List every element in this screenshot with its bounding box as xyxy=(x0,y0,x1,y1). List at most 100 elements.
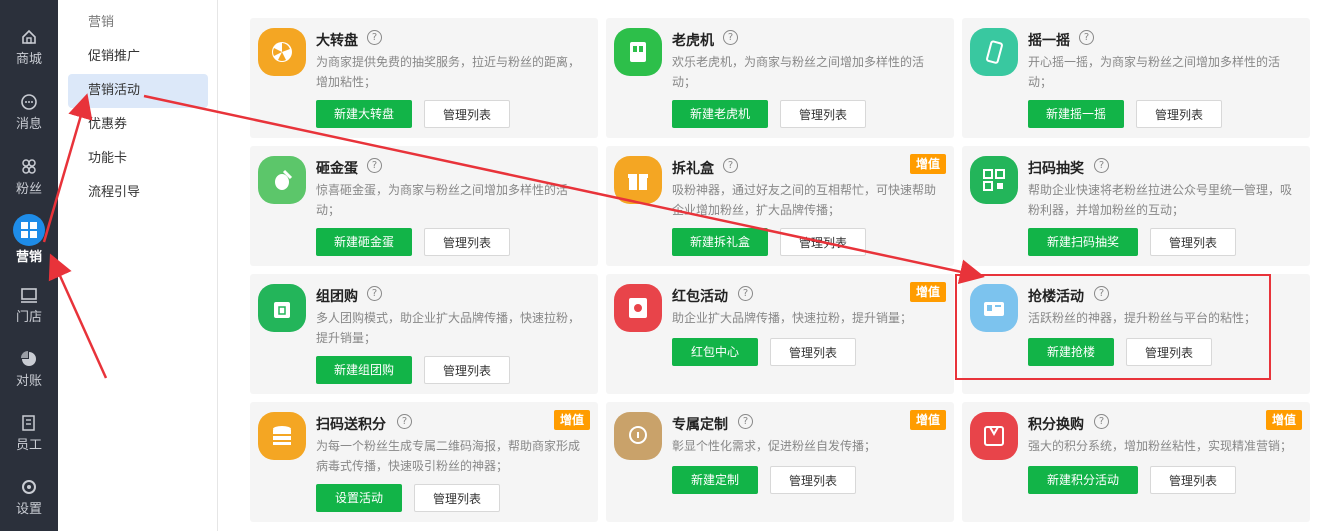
points-bag-icon xyxy=(984,426,1004,446)
gift-box-icon xyxy=(628,174,648,190)
rail-item-1[interactable]: 消息 xyxy=(0,85,58,143)
card-gift-box: 拆礼盒? 增值 吸粉神器，通过好友之间的互相帮忙，可快速帮助企业增加粉丝，扩大品牌传… xyxy=(606,146,954,266)
card-wheel: 大转盘? 为商家提供免费的抽奖服务，拉近与粉丝的距离，增加粘性； 新建大转盘 管理列表 xyxy=(250,18,598,138)
help-icon[interactable]: ? xyxy=(1094,414,1109,429)
help-icon[interactable]: ? xyxy=(1079,30,1094,45)
primary-action-button[interactable]: 新建大转盘 xyxy=(316,100,412,128)
premium-badge: 增值 xyxy=(910,154,946,174)
coin-stack-icon xyxy=(273,426,291,445)
submenu-header: 营销 xyxy=(88,15,115,30)
premium-badge: 增值 xyxy=(1266,410,1302,430)
help-icon[interactable]: ? xyxy=(1094,158,1109,173)
manage-list-button[interactable]: 管理列表 xyxy=(424,228,510,256)
card-coin-stack: 扫码送积分? 增值 为每一个粉丝生成专属二维码海报，帮助商家形成病毒式传播，快速吸引… xyxy=(250,402,598,522)
primary-action-button[interactable]: 新建积分活动 xyxy=(1028,466,1138,494)
submenu-item-flow-guide[interactable]: 流程引导 xyxy=(68,176,208,210)
card-icon xyxy=(970,412,1018,460)
card-bulb: 专属定制? 增值 彰显个性化需求，促进粉丝自发传播； 新建定制 管理列表 xyxy=(606,402,954,522)
card-icon xyxy=(258,412,306,460)
primary-action-button[interactable]: 新建组团购 xyxy=(316,356,412,384)
submenu-item-promotion[interactable]: 促销推广 xyxy=(68,40,208,74)
main-content: 大转盘? 为商家提供免费的抽奖服务，拉近与粉丝的距离，增加粘性； 新建大转盘 管理列表… xyxy=(218,0,1332,531)
help-icon[interactable]: ? xyxy=(723,30,738,45)
help-icon[interactable]: ? xyxy=(738,414,753,429)
help-icon[interactable]: ? xyxy=(367,30,382,45)
primary-action-button[interactable]: 新建扫码抽奖 xyxy=(1028,228,1138,256)
card-title: 砸金蛋 xyxy=(316,161,358,177)
card-description: 多人团购模式，助企业扩大品牌传播，快速拉粉，提升销量； xyxy=(316,311,581,345)
help-icon[interactable]: ? xyxy=(723,158,738,173)
card-description: 彰显个性化需求，促进粉丝自发传播； xyxy=(672,439,877,453)
card-icon xyxy=(614,412,662,460)
card-title: 组团购 xyxy=(316,289,358,305)
primary-action-button[interactable]: 新建定制 xyxy=(672,466,758,494)
rail-item-7[interactable]: 设置 xyxy=(0,470,58,528)
manage-list-button[interactable]: 管理列表 xyxy=(414,484,500,512)
settings-icon xyxy=(22,480,36,494)
rail-item-label: 员工 xyxy=(15,438,42,453)
submenu-item-campaigns[interactable]: 营销活动 xyxy=(68,74,208,108)
card-icon xyxy=(258,284,306,332)
manage-list-button[interactable]: 管理列表 xyxy=(770,466,856,494)
card-icon xyxy=(614,284,662,332)
card-title: 红包活动 xyxy=(672,289,728,305)
premium-badge: 增值 xyxy=(910,410,946,430)
card-icon xyxy=(614,156,662,204)
card-description: 助企业扩大品牌传播，快速拉粉，提升销量； xyxy=(672,311,913,325)
help-icon[interactable]: ? xyxy=(1094,286,1109,301)
submenu-item-feature-cards[interactable]: 功能卡 xyxy=(68,142,208,176)
rail-item-2[interactable]: 粉丝 xyxy=(0,150,58,208)
card-description: 强大的积分系统，增加粉丝粘性，实现精准营销； xyxy=(1028,439,1293,453)
card-description: 为商家提供免费的抽奖服务，拉近与粉丝的距离，增加粘性； xyxy=(316,55,581,89)
red-envelope-icon xyxy=(629,298,647,318)
rail-item-label: 对账 xyxy=(15,374,42,389)
left-nav-rail: 商城消息粉丝营销门店对账员工设置 xyxy=(0,0,58,531)
primary-action-button[interactable]: 新建抢楼 xyxy=(1028,338,1114,366)
manage-list-button[interactable]: 管理列表 xyxy=(1136,100,1222,128)
rail-item-3[interactable]: 营销 xyxy=(0,214,58,272)
manage-list-button[interactable]: 管理列表 xyxy=(424,100,510,128)
card-description: 开心摇一摇，为商家与粉丝之间增加多样性的活动； xyxy=(1028,55,1281,89)
primary-action-button[interactable]: 新建摇一摇 xyxy=(1028,100,1124,128)
help-icon[interactable]: ? xyxy=(367,286,382,301)
rail-item-0[interactable]: 商城 xyxy=(0,20,58,78)
card-title: 抢楼活动 xyxy=(1028,289,1084,305)
rail-item-6[interactable]: 员工 xyxy=(0,406,58,464)
staff-icon xyxy=(22,415,35,431)
message-icon xyxy=(21,94,37,110)
manage-list-button[interactable]: 管理列表 xyxy=(1150,228,1236,256)
card-title: 老虎机 xyxy=(672,33,714,49)
help-icon[interactable]: ? xyxy=(397,414,412,429)
card-description: 为每一个粉丝生成专属二维码海报，帮助商家形成病毒式传播，快速吸引粉丝的神器； xyxy=(316,439,581,473)
card-title: 摇一摇 xyxy=(1028,33,1070,49)
manage-list-button[interactable]: 管理列表 xyxy=(770,338,856,366)
manage-list-button[interactable]: 管理列表 xyxy=(424,356,510,384)
card-icon xyxy=(970,28,1018,76)
manage-list-button[interactable]: 管理列表 xyxy=(1126,338,1212,366)
manage-list-button[interactable]: 管理列表 xyxy=(780,100,866,128)
card-slot-machine: 老虎机? 欢乐老虎机，为商家与粉丝之间增加多样性的活动； 新建老虎机 管理列表 xyxy=(606,18,954,138)
rail-item-5[interactable]: 对账 xyxy=(0,342,58,400)
slot-machine-icon xyxy=(630,42,646,62)
card-icon xyxy=(970,156,1018,204)
primary-action-button[interactable]: 红包中心 xyxy=(672,338,758,366)
qr-code-icon xyxy=(983,169,1005,191)
card-description: 吸粉神器，通过好友之间的互相帮忙，可快速帮助企业增加粉丝，扩大品牌传播； xyxy=(672,183,937,217)
rail-item-4[interactable]: 门店 xyxy=(0,278,58,336)
primary-action-button[interactable]: 新建拆礼盒 xyxy=(672,228,768,256)
primary-action-button[interactable]: 设置活动 xyxy=(316,484,402,512)
help-icon[interactable]: ? xyxy=(367,158,382,173)
primary-action-button[interactable]: 新建砸金蛋 xyxy=(316,228,412,256)
phone-shake-icon xyxy=(986,40,1003,64)
rail-item-label: 营销 xyxy=(15,250,42,265)
submenu-item-coupons[interactable]: 优惠券 xyxy=(68,108,208,142)
manage-list-button[interactable]: 管理列表 xyxy=(1150,466,1236,494)
rail-item-label: 粉丝 xyxy=(15,182,42,197)
card-title: 扫码抽奖 xyxy=(1028,161,1084,177)
card-description: 活跃粉丝的神器，提升粉丝与平台的粘性； xyxy=(1028,311,1257,325)
card-description: 欢乐老虎机，为商家与粉丝之间增加多样性的活动； xyxy=(672,55,925,89)
manage-list-button[interactable]: 管理列表 xyxy=(780,228,866,256)
help-icon[interactable]: ? xyxy=(738,286,753,301)
primary-action-button[interactable]: 新建老虎机 xyxy=(672,100,768,128)
premium-badge: 增值 xyxy=(554,410,590,430)
